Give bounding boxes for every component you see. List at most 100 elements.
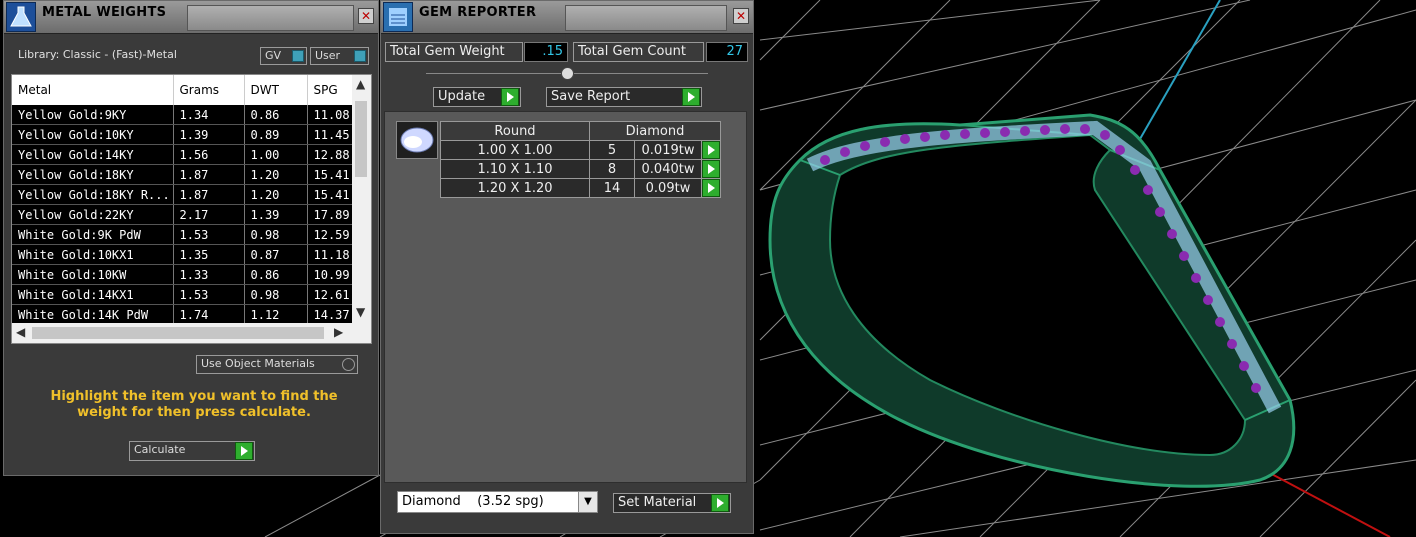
- scroll-up-icon[interactable]: ▲: [356, 77, 365, 91]
- calculate-button[interactable]: Calculate: [129, 441, 255, 461]
- gem-table: Round Diamond 1.00 X 1.00 5 0.019tw 1.10 X …: [440, 121, 722, 198]
- round-gem-icon: [396, 121, 438, 159]
- table-cell: 15.41: [307, 184, 353, 205]
- play-arrow-icon: [501, 88, 519, 106]
- user-toggle[interactable]: User: [310, 47, 369, 65]
- scroll-left-icon[interactable]: ◀: [16, 325, 25, 339]
- gem-reporter-panel: GEM REPORTER ✕ Total Gem Weight .15 Tota…: [380, 0, 754, 534]
- table-cell: Yellow Gold:9KY: [12, 105, 174, 125]
- table-row[interactable]: Yellow Gold:9KY 1.34 0.86 11.08: [12, 105, 353, 125]
- table-row[interactable]: Yellow Gold:18KY 1.87 1.20 15.41: [12, 164, 353, 185]
- table-cell: 12.61: [307, 284, 353, 305]
- table-cell: 15.41: [307, 164, 353, 185]
- title-grip[interactable]: [565, 5, 727, 31]
- gem-count-cell: 5: [589, 140, 635, 160]
- table-cell: 0.86: [244, 264, 308, 285]
- table-cell: White Gold:10KW: [12, 264, 174, 285]
- material-select[interactable]: Diamond (3.52 spg) ▼: [397, 491, 598, 513]
- gem-list-area[interactable]: Round Diamond 1.00 X 1.00 5 0.019tw 1.10 X …: [384, 111, 747, 483]
- slider-handle-icon[interactable]: [561, 67, 574, 80]
- table-cell: White Gold:14K PdW: [12, 304, 174, 325]
- table-cell: 0.87: [244, 244, 308, 265]
- table-cell: Yellow Gold:18KY: [12, 164, 174, 185]
- play-arrow-icon: [702, 179, 720, 197]
- toggle-off-icon: [342, 358, 355, 371]
- table-cell: 1.35: [173, 244, 245, 265]
- column-header[interactable]: SPG: [307, 75, 353, 105]
- table-row[interactable]: Yellow Gold:18KY R... 1.87 1.20 15.41: [12, 184, 353, 205]
- table-cell: 1.00: [244, 144, 308, 165]
- table-row[interactable]: White Gold:9K PdW 1.53 0.98 12.59: [12, 224, 353, 245]
- close-button[interactable]: ✕: [733, 8, 749, 24]
- use-object-materials-toggle[interactable]: Use Object Materials: [196, 355, 358, 374]
- ring-model[interactable]: [768, 113, 1296, 488]
- play-arrow-icon: [235, 442, 253, 460]
- table-cell: 1.87: [173, 164, 245, 185]
- table-row[interactable]: White Gold:10KX1 1.35 0.87 11.18: [12, 244, 353, 265]
- column-header[interactable]: Grams: [173, 75, 245, 105]
- table-cell: 0.89: [244, 124, 308, 145]
- save-report-button[interactable]: Save Report: [546, 87, 702, 107]
- metal-table[interactable]: Metal Grams DWT SPG Yellow Gold:9KY 1.34 0…: [11, 74, 372, 344]
- table-row[interactable]: Yellow Gold:14KY 1.56 1.00 12.88: [12, 144, 353, 165]
- scroll-down-icon[interactable]: ▼: [356, 305, 365, 319]
- play-arrow-icon: [682, 88, 700, 106]
- table-cell: 1.87: [173, 184, 245, 205]
- flask-icon: [6, 2, 36, 32]
- table-row[interactable]: Yellow Gold:10KY 1.39 0.89 11.45: [12, 124, 353, 145]
- gem-size-cell: 1.10 X 1.10: [440, 159, 590, 179]
- metal-weights-panel: METAL WEIGHTS ✕ Library: Classic - (Fast…: [3, 0, 379, 476]
- use-object-materials-label: Use Object Materials: [201, 357, 315, 370]
- table-cell: Yellow Gold:10KY: [12, 124, 174, 145]
- material-select-value: Diamond (3.52 spg): [402, 494, 544, 509]
- gem-select-button[interactable]: [700, 159, 722, 179]
- gem-weight-cell: 0.09tw: [634, 178, 702, 198]
- table-cell: 14.37: [307, 304, 353, 325]
- shape-header: Round: [440, 121, 590, 141]
- table-cell: 1.33: [173, 264, 245, 285]
- table-row[interactable]: White Gold:14KX1 1.53 0.98 12.61: [12, 284, 353, 305]
- metal-weights-titlebar[interactable]: METAL WEIGHTS ✕: [4, 1, 378, 34]
- table-cell: 1.12: [244, 304, 308, 325]
- table-cell: 0.98: [244, 224, 308, 245]
- scroll-right-icon[interactable]: ▶: [334, 325, 343, 339]
- table-cell: 1.39: [173, 124, 245, 145]
- table-row[interactable]: White Gold:14K PdW 1.74 1.12 14.37: [12, 304, 353, 325]
- title-grip[interactable]: [187, 5, 354, 31]
- gem-reporter-titlebar[interactable]: GEM REPORTER ✕: [381, 1, 753, 34]
- instruction-message: Highlight the item you want to find the …: [50, 389, 338, 420]
- table-cell: 1.53: [173, 284, 245, 305]
- column-header[interactable]: DWT: [244, 75, 308, 105]
- table-cell: White Gold:9K PdW: [12, 224, 174, 245]
- table-row[interactable]: White Gold:10KW 1.33 0.86 10.99: [12, 264, 353, 285]
- panel-title: GEM REPORTER: [419, 5, 537, 20]
- gv-toggle[interactable]: GV: [260, 47, 307, 65]
- gem-select-button[interactable]: [700, 178, 722, 198]
- table-cell: 11.45: [307, 124, 353, 145]
- gem-size-cell: 1.00 X 1.00: [440, 140, 590, 160]
- table-row[interactable]: Yellow Gold:22KY 2.17 1.39 17.89: [12, 204, 353, 225]
- table-cell: 1.20: [244, 184, 308, 205]
- table-cell: 2.17: [173, 204, 245, 225]
- vertical-scrollbar[interactable]: ▲ ▼: [352, 75, 371, 323]
- table-cell: 1.20: [244, 164, 308, 185]
- gem-table-header: Round Diamond: [440, 121, 722, 141]
- gem-select-button[interactable]: [700, 140, 722, 160]
- gem-row[interactable]: 1.00 X 1.00 5 0.019tw: [440, 140, 722, 160]
- user-indicator-icon: [354, 50, 366, 62]
- update-button[interactable]: Update: [433, 87, 521, 107]
- table-cell: Yellow Gold:22KY: [12, 204, 174, 225]
- table-cell: 0.86: [244, 105, 308, 125]
- column-header[interactable]: Metal: [12, 75, 174, 105]
- set-material-button[interactable]: Set Material: [613, 493, 731, 513]
- horizontal-scrollbar[interactable]: ◀ ▶: [12, 323, 371, 343]
- gem-row[interactable]: 1.20 X 1.20 14 0.09tw: [440, 178, 722, 198]
- total-gem-weight-value: .15: [524, 42, 568, 62]
- play-arrow-icon: [702, 141, 720, 159]
- table-cell: White Gold:14KX1: [12, 284, 174, 305]
- horizontal-scroll-thumb[interactable]: [32, 327, 324, 339]
- gem-row[interactable]: 1.10 X 1.10 8 0.040tw: [440, 159, 722, 179]
- vertical-scroll-thumb[interactable]: [355, 101, 367, 177]
- close-button[interactable]: ✕: [358, 8, 374, 24]
- chevron-down-icon[interactable]: ▼: [578, 492, 597, 512]
